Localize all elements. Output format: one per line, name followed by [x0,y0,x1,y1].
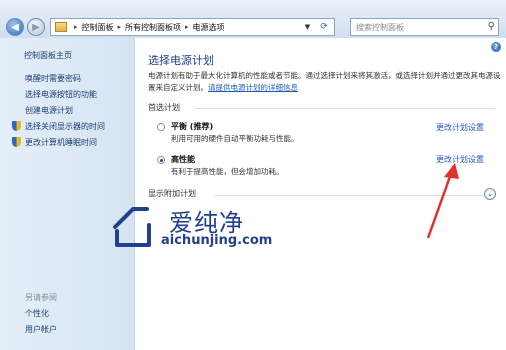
breadcrumb-separator-icon: ▸ [117,23,122,31]
breadcrumb-separator-icon: ▸ [74,23,78,31]
plan-name-balanced[interactable]: 平衡 (推荐) [171,121,213,132]
plan-details-link[interactable]: 请提供电源计划的详细信息 [208,83,298,92]
change-plan-settings-link-balanced[interactable]: 更改计划设置 [436,122,484,133]
description-text: 电源计划有助于最大化计算机的性能或者节能。通过选择计划来将其激活，或选择计划并通… [148,71,501,92]
search-placeholder: 搜索控制面板 [356,22,404,32]
search-input[interactable]: 搜索控制面板 ⚲ [350,18,499,36]
search-icon[interactable]: ⚲ [488,21,495,32]
sidebar-item-power-buttons[interactable]: 选择电源按钮的功能 [25,89,97,100]
sidebar-item-display-off[interactable]: 选择关闭显示器的时间 [25,121,105,132]
see-also-personalization[interactable]: 个性化 [25,308,49,319]
watermark-url: aichunjing.com [161,233,273,248]
plan-radio-balanced[interactable] [157,123,165,131]
sidebar-item-sleep-time[interactable]: 更改计算机睡眠时间 [25,137,97,148]
back-button[interactable]: ◀ [6,18,24,36]
sidebar-item-wake-password[interactable]: 唤醒时需要密码 [25,73,81,84]
page-title: 选择电源计划 [148,54,214,67]
chevron-down-icon[interactable]: ⌄ [484,188,496,200]
plan-name-high-performance[interactable]: 高性能 [171,154,195,165]
sidebar-home-link[interactable]: 控制面板主页 [24,50,72,61]
uac-shield-icon [12,121,21,131]
address-bar[interactable]: ▸ 控制面板 ▸ 所有控制面板项 ▸ 电源选项 ▼ ⟳ [50,18,335,36]
help-icon[interactable]: ? [491,42,501,52]
arrow-left-icon: ◀ [11,21,19,33]
uac-shield-icon [12,137,21,147]
forward-button[interactable]: ▶ [27,18,45,36]
plan-desc-balanced: 利用可用的硬件自动平衡功耗与性能。 [171,134,299,143]
plan-desc-high-performance: 有利于提高性能，但会增加功耗。 [171,167,284,176]
plan-radio-high-performance[interactable] [157,156,165,164]
preferred-plans-heading: 首选计划 [148,103,180,112]
breadcrumb-separator-icon: ▸ [185,23,189,31]
breadcrumb-item[interactable]: 控制面板 [82,22,114,33]
additional-plans-heading[interactable]: 显示附加计划 [148,188,196,199]
see-also-heading: 另请参阅 [25,293,57,302]
divider [215,195,483,196]
change-plan-settings-link-high-performance[interactable]: 更改计划设置 [436,154,484,165]
refresh-icon[interactable]: ⟳ [316,19,332,35]
chevron-down-icon[interactable]: ▼ [301,19,314,35]
sidebar: 控制面板主页 唤醒时需要密码 选择电源按钮的功能 创建电源计划 选择关闭显示器的… [0,38,135,350]
sidebar-item-create-plan[interactable]: 创建电源计划 [25,105,73,116]
arrow-right-icon: ▶ [32,21,40,33]
see-also-user-accounts[interactable]: 用户帐户 [25,324,57,335]
control-panel-icon [55,22,67,32]
watermark-logo-icon [113,207,151,247]
main-content: ? 选择电源计划 电源计划有助于最大化计算机的性能或者节能。通过选择计划来将其激… [135,38,506,350]
watermark: 爱纯净 aichunjing.com [109,201,289,257]
breadcrumb-item[interactable]: 所有控制面板项 [125,22,181,33]
breadcrumb-item[interactable]: 电源选项 [193,22,225,33]
address-toolbar: ◀ ▶ ▸ 控制面板 ▸ 所有控制面板项 ▸ 电源选项 ▼ ⟳ 搜索控制面板 ⚲ [0,0,506,39]
page-description: 电源计划有助于最大化计算机的性能或者节能。通过选择计划来将其激活，或选择计划并通… [148,70,503,94]
divider [195,108,495,109]
